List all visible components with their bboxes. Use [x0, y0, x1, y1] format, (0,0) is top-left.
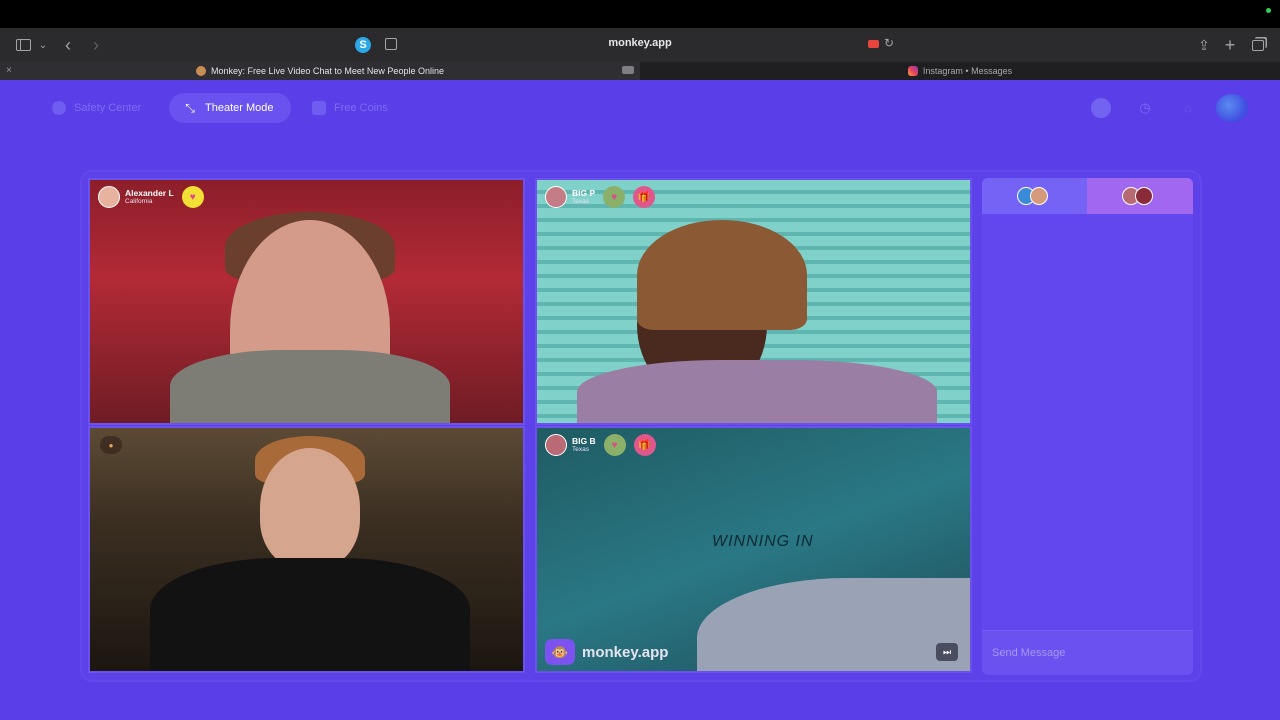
user-badge[interactable]: Alexander L California ♥ — [98, 186, 204, 208]
address-bar[interactable]: monkey.app — [540, 37, 740, 49]
close-icon[interactable]: × — [6, 65, 12, 76]
user-location: California — [125, 198, 153, 205]
gift-icon[interactable]: 🎁 — [633, 434, 656, 456]
monkey-watermark: 🐵 monkey.app — [545, 639, 668, 665]
shield-icon — [52, 101, 66, 115]
avatar — [545, 186, 567, 208]
camera-status-icon[interactable]: ● — [100, 436, 122, 454]
extension-icon[interactable]: S — [355, 37, 371, 53]
forward-button[interactable]: › — [88, 35, 104, 55]
video-tile-1[interactable]: Alexander L California ♥ — [88, 178, 525, 425]
menu-bar — [0, 0, 1280, 28]
user-location: Texas — [572, 446, 589, 453]
tab-monkey[interactable]: × Monkey: Free Live Video Chat to Meet N… — [0, 62, 640, 80]
instagram-favicon-icon — [907, 66, 918, 76]
expand-icon: ⤡ — [185, 101, 195, 115]
history-icon[interactable]: ◷ — [1135, 98, 1155, 118]
page-menu-icon[interactable] — [385, 38, 397, 50]
user-badge[interactable]: BIG P Texas ♥ 🎁 — [545, 186, 656, 208]
user-name: Alexander L — [125, 188, 174, 198]
monkey-logo-icon: 🐵 — [545, 639, 575, 665]
heart-icon[interactable]: ♥ — [603, 186, 626, 208]
free-coins-label: Free Coins — [334, 102, 388, 114]
tab-instagram[interactable]: Instagram • Messages — [640, 62, 1280, 80]
star-icon[interactable] — [1091, 98, 1111, 118]
watermark-text: monkey.app — [582, 643, 669, 661]
safety-center-label: Safety Center — [74, 102, 142, 114]
avatar — [98, 186, 120, 208]
user-name: BIG P — [572, 188, 596, 198]
video-tile-self[interactable]: ● — [88, 426, 525, 673]
avatar — [1135, 187, 1153, 205]
coin-icon — [312, 101, 326, 115]
chevron-down-icon[interactable]: ⌄ — [37, 36, 49, 54]
tab-title: Instagram • Messages — [922, 66, 1013, 76]
camera-icon — [622, 66, 634, 74]
skip-button[interactable]: ⏭ — [936, 643, 958, 661]
video-tile-2[interactable]: BIG P Texas ♥ 🎁 — [535, 178, 972, 425]
avatar[interactable] — [1216, 94, 1248, 122]
chat-tab-2[interactable] — [1087, 178, 1193, 214]
avatar — [545, 434, 567, 456]
avatar — [1029, 187, 1048, 205]
tab-title: Monkey: Free Live Video Chat to Meet New… — [211, 66, 444, 76]
tab-overview-icon[interactable] — [1250, 36, 1266, 54]
monkey-favicon-icon — [196, 66, 207, 76]
tab-bar: × Monkey: Free Live Video Chat to Meet N… — [0, 62, 1280, 80]
theater-mode-label: Theater Mode — [205, 102, 274, 114]
chat-bubble-icon[interactable]: ◌ — [1178, 98, 1198, 118]
new-tab-button[interactable]: + — [1222, 35, 1238, 55]
back-button[interactable]: ‹ — [60, 35, 76, 55]
message-input[interactable]: Send Message — [982, 630, 1193, 675]
recording-indicator-icon — [1266, 8, 1271, 13]
user-badge[interactable]: BIG B Texas ♥ 🎁 — [545, 434, 656, 456]
heart-icon[interactable]: ♥ — [181, 186, 204, 208]
sidebar-toggle-icon[interactable] — [14, 36, 32, 54]
camera-in-use-icon[interactable] — [868, 40, 879, 48]
chat-tab-1[interactable] — [982, 178, 1087, 214]
reload-icon[interactable]: ↻ — [884, 36, 894, 50]
user-name: BIG B — [572, 436, 596, 446]
heart-icon[interactable]: ♥ — [603, 434, 626, 456]
user-location: Texas — [572, 198, 589, 205]
chat-header — [982, 178, 1193, 214]
safety-center-button[interactable]: Safety Center — [38, 93, 156, 123]
video-tile-4[interactable]: WINNING IN BIG B Texas ♥ 🎁 🐵 monkey.app … — [535, 426, 972, 673]
share-icon[interactable]: ⇪ — [1196, 36, 1212, 54]
gift-icon[interactable]: 🎁 — [633, 186, 656, 208]
chat-panel: Send Message — [982, 178, 1193, 675]
theater-mode-button[interactable]: ⤡ Theater Mode — [169, 93, 291, 123]
free-coins-button[interactable]: Free Coins — [298, 93, 402, 123]
